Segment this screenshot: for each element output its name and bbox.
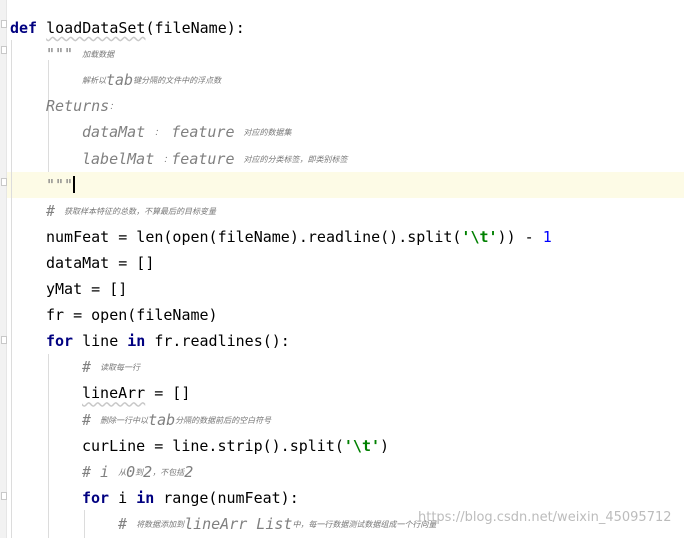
code-token: 读取每一行: [100, 363, 141, 373]
code-token: numFeat = len(open(fileName).readline().…: [46, 227, 462, 246]
code-line-datamat[interactable]: dataMat = []: [46, 250, 154, 276]
code-token: yMat = []: [46, 280, 128, 298]
code-token: in: [136, 488, 164, 507]
code-token: 将数据添加到: [136, 519, 185, 529]
code-token: lineArr: [82, 384, 146, 403]
code-token: ): [380, 436, 390, 455]
code-token: tab: [148, 410, 176, 429]
code-line-cmt-append[interactable]: # 将数据添加到lineArr List中，每一行数据测试数据组成一个行向量: [118, 511, 436, 537]
code-line-cmt-i[interactable]: # i 从0到2，不包括2: [82, 459, 193, 485]
code-line-ymat[interactable]: yMat = []: [46, 276, 127, 302]
code-token: )) -: [497, 227, 543, 246]
code-token: #: [82, 358, 101, 377]
text-caret: [73, 175, 76, 193]
indent-guide: [11, 40, 12, 538]
code-token: ，不包括: [152, 467, 185, 477]
code-token: '\t': [461, 227, 498, 246]
code-line-cmt-numfeat[interactable]: # 获取样本特征的总数，不算最后的目标变量: [46, 198, 216, 224]
code-token: 解析以: [82, 76, 106, 86]
code-token: lineArr List: [184, 514, 293, 533]
code-line-doc-open[interactable]: """ 加载数据: [46, 41, 114, 67]
code-line-for-i[interactable]: for i in range(numFeat):: [82, 485, 299, 511]
code-token: for: [82, 488, 119, 507]
code-token: 键分隔的文件中的浮点数: [133, 76, 222, 86]
code-token: curLine = line.strip().split(: [82, 436, 344, 455]
code-token: fr = open(fileName): [46, 306, 218, 325]
code-line-doc-close[interactable]: """: [46, 172, 76, 198]
code-line-cmt-read[interactable]: # 读取每一行: [82, 354, 140, 380]
code-token: range(numFeat):: [163, 488, 299, 507]
fold-marker-icon[interactable]: [1, 20, 7, 28]
code-token: feature: [171, 149, 244, 168]
code-token: #: [46, 201, 65, 220]
code-token: 加载数据: [82, 50, 115, 60]
code-token: 对应的分类标签，即类别标签: [243, 154, 348, 164]
code-token: def: [10, 19, 47, 37]
caret-line-highlight: [7, 172, 684, 198]
editor-gutter: [0, 0, 7, 538]
code-token: 到: [135, 467, 144, 477]
code-token: feature: [162, 123, 244, 142]
code-token: Returns: [46, 97, 110, 116]
code-token: 0: [126, 462, 136, 481]
code-token: = []: [145, 384, 191, 403]
code-line-cmt-del[interactable]: # 删除一行中以tab分隔的数据前后的空白符号: [82, 407, 271, 433]
code-line-doc-datamat[interactable]: dataMat ： feature 对应的数据集: [82, 119, 292, 145]
indent-guide: [84, 510, 85, 538]
code-token: 1: [542, 227, 552, 246]
fold-marker-icon[interactable]: [1, 336, 7, 344]
code-token: '\t': [343, 436, 381, 455]
code-token: 从: [118, 467, 127, 477]
indent-guide: [48, 354, 49, 538]
code-token: for: [46, 332, 83, 351]
code-token: ：: [109, 102, 118, 112]
code-token: 删除一行中以: [100, 415, 149, 425]
code-token: 分隔的数据前后的空白符号: [175, 415, 272, 425]
watermark: https://blog.csdn.net/weixin_45095712: [418, 510, 672, 525]
fold-marker-icon[interactable]: [1, 46, 7, 54]
code-line-numfeat[interactable]: numFeat = len(open(fileName).readline().…: [46, 224, 552, 250]
code-token: # i: [82, 462, 119, 481]
code-token: labelMat: [82, 149, 164, 168]
code-line-linearr[interactable]: lineArr = []: [82, 380, 190, 406]
code-token: 获取样本特征的总数，不算最后的目标变量: [64, 206, 217, 216]
code-token: (fileName):: [145, 19, 245, 37]
code-line-def[interactable]: def loadDataSet(fileName):: [10, 15, 245, 41]
code-token: """: [46, 45, 83, 64]
code-token: 2: [184, 462, 194, 481]
code-token: #: [118, 514, 137, 533]
code-token: """: [46, 175, 74, 194]
code-token: 对应的数据集: [243, 128, 292, 138]
code-line-doc-labelmat[interactable]: labelMat ：feature 对应的分类标签，即类别标签: [82, 146, 348, 172]
code-line-fr[interactable]: fr = open(fileName): [46, 302, 218, 328]
code-token: tab: [106, 71, 134, 90]
code-line-doc-desc[interactable]: 解析以tab键分隔的文件中的浮点数: [82, 67, 221, 93]
code-token: in: [127, 332, 155, 351]
code-token: dataMat = []: [46, 253, 155, 272]
code-token: #: [82, 410, 101, 429]
code-token: line: [82, 332, 128, 351]
code-line-doc-returns[interactable]: Returns：: [46, 93, 117, 119]
code-token: i: [118, 488, 137, 507]
code-line-curline[interactable]: curLine = line.strip().split('\t'): [82, 433, 389, 459]
code-token: 中，每一行数据测试数据组成一个行向量: [292, 519, 437, 529]
code-token: dataMat: [82, 123, 155, 142]
code-token: 2: [143, 462, 153, 481]
fold-marker-icon[interactable]: [1, 492, 7, 500]
code-line-for-line[interactable]: for line in fr.readlines():: [46, 328, 290, 354]
code-token: fr.readlines():: [154, 332, 290, 351]
code-token: loadDataSet: [46, 19, 146, 37]
